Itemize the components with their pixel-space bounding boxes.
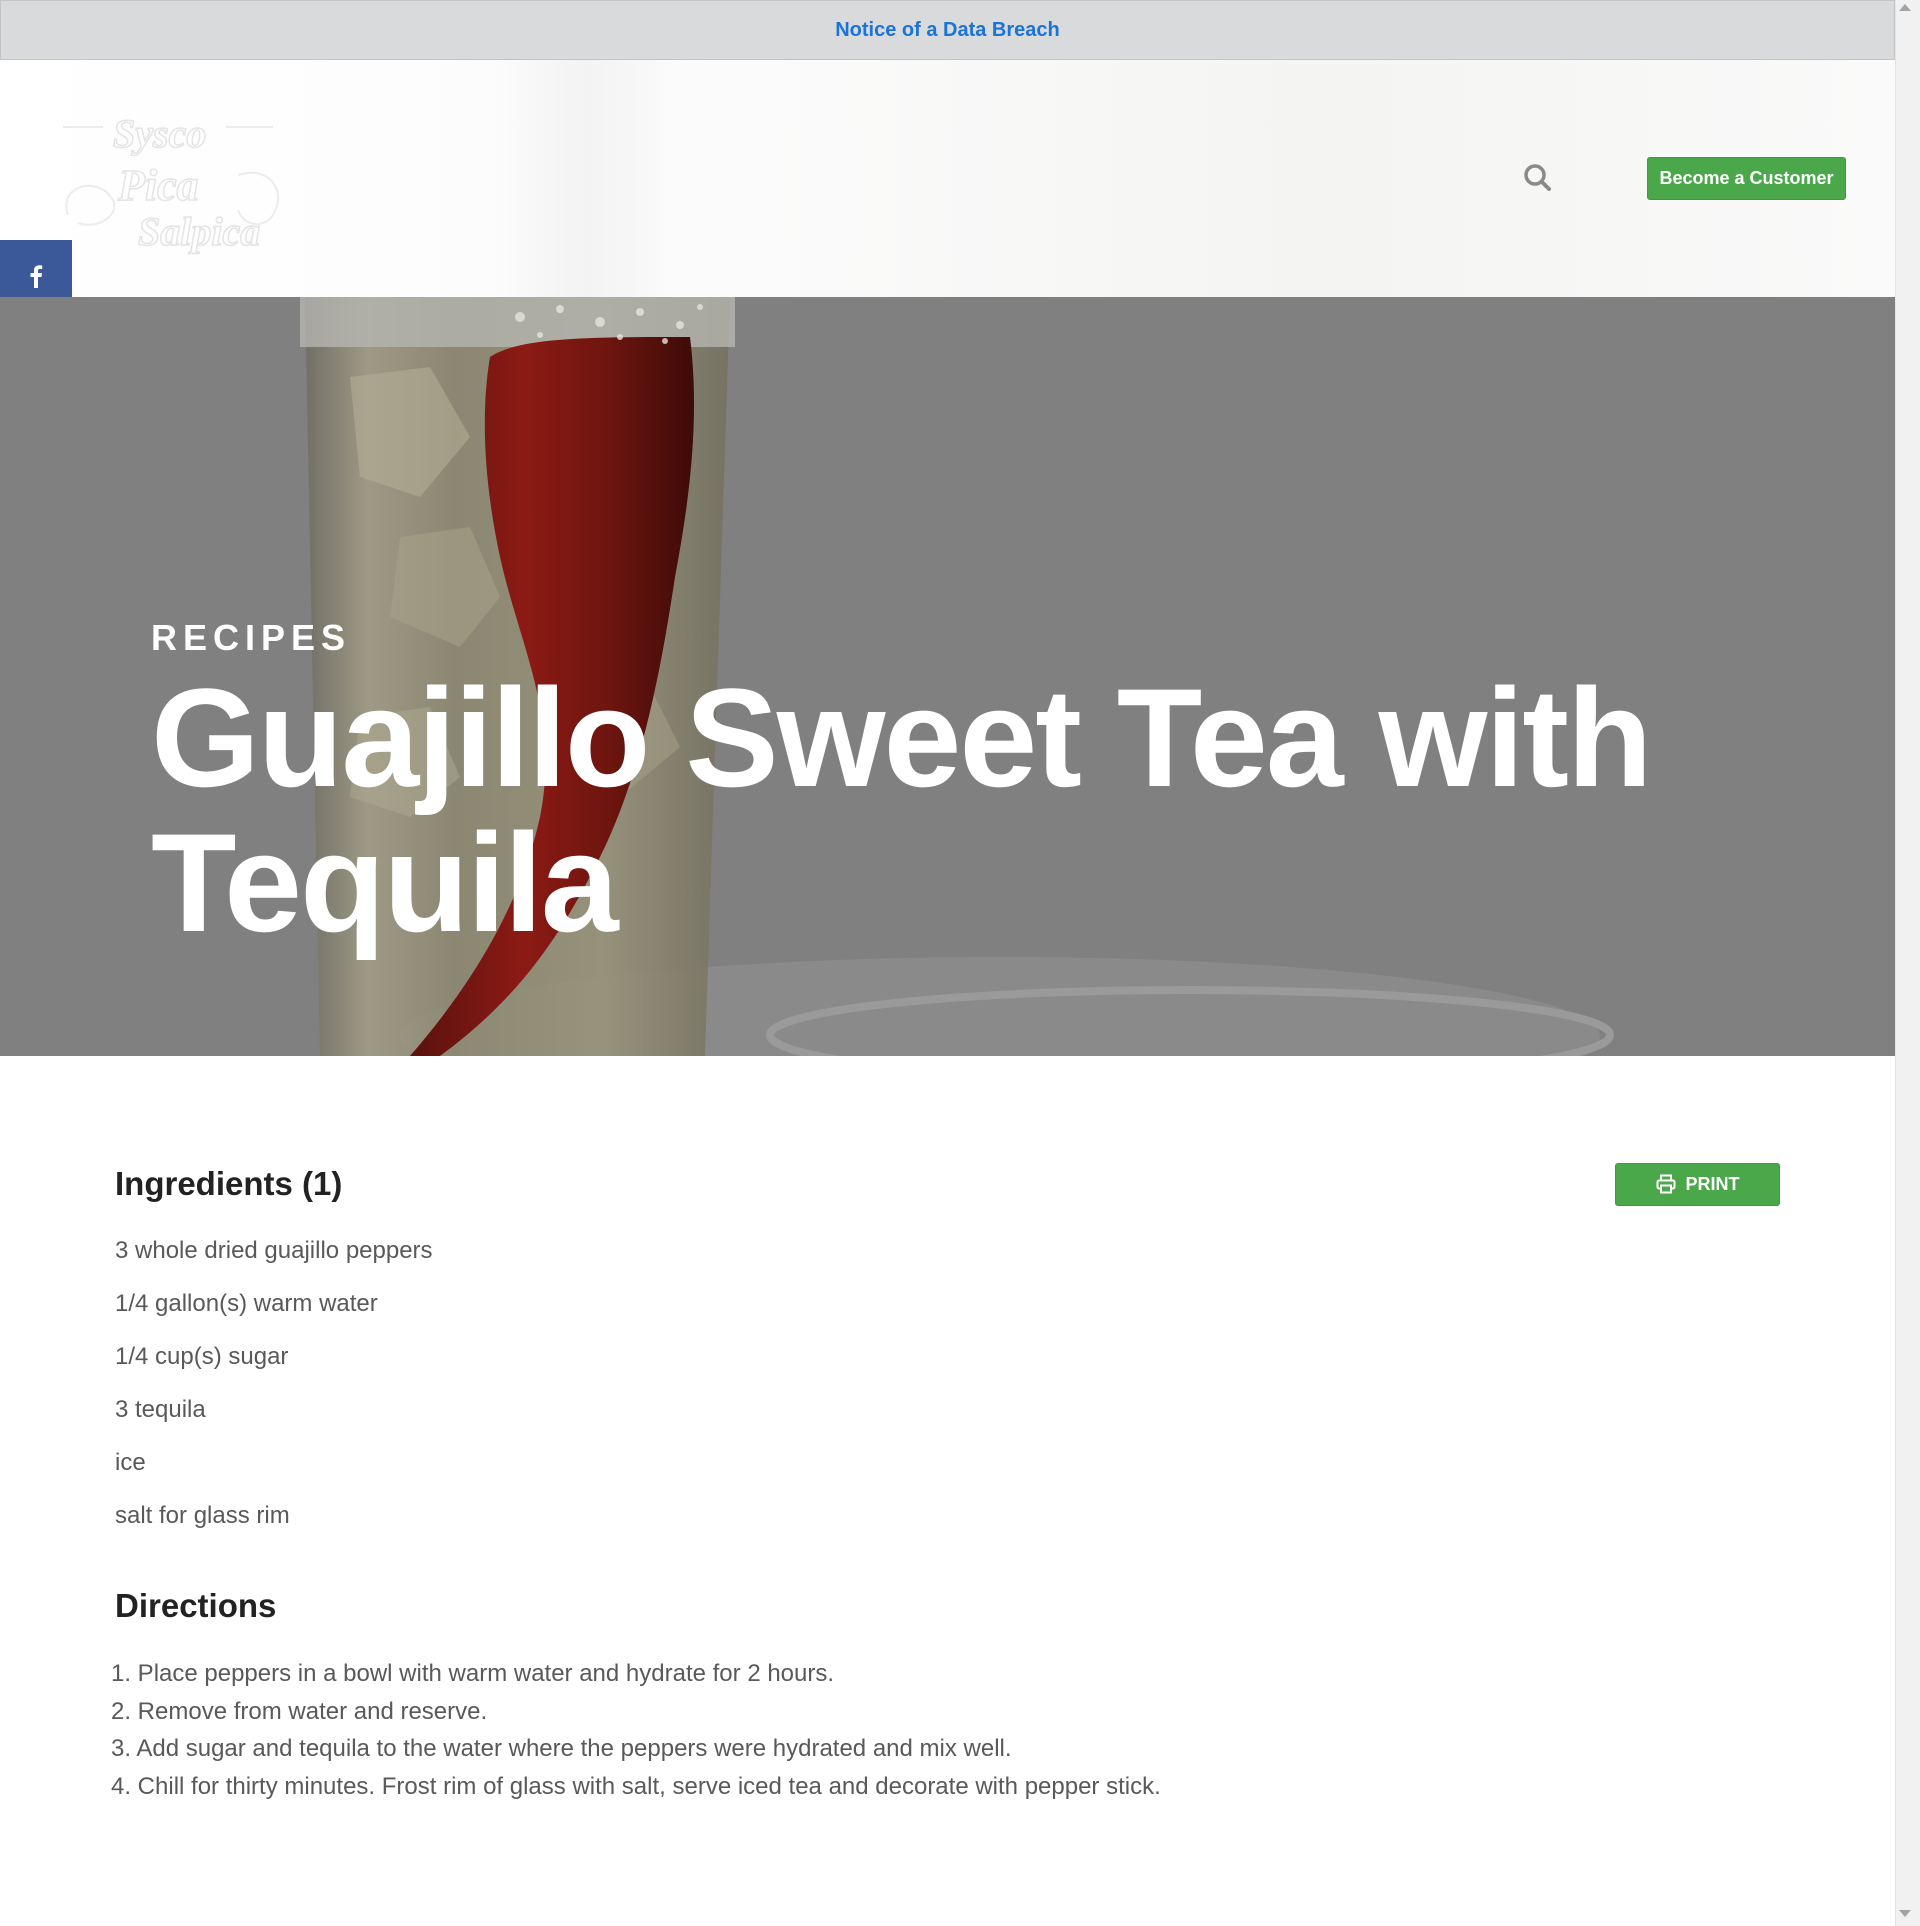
- search-icon: [1524, 164, 1551, 191]
- notice-bar: Notice of a Data Breach: [0, 0, 1895, 60]
- data-breach-notice-link[interactable]: Notice of a Data Breach: [835, 19, 1060, 42]
- print-button[interactable]: PRINT: [1615, 1162, 1780, 1206]
- recipe-content: Ingredients (1) PRINT 3 whole dried guaj…: [111, 1160, 1780, 1805]
- ingredient-item: 3 tequila: [115, 1396, 206, 1423]
- hero-eyebrow: RECIPES: [151, 617, 352, 658]
- recipe-title: Guajillo Sweet Tea with Tequila: [151, 659, 1652, 961]
- logo-text-sysco: Sysco: [113, 111, 206, 156]
- ingredients-header: Ingredients (1) PRINT: [115, 1160, 1780, 1208]
- ingredient-item: ice: [115, 1449, 146, 1476]
- scroll-up-arrow-icon[interactable]: [1899, 4, 1911, 11]
- direction-step: 2. Remove from water and reserve.: [111, 1697, 488, 1725]
- header-background-glass: [490, 60, 680, 297]
- logo-text-pica: Pica: [117, 161, 199, 210]
- direction-step: 4. Chill for thirty minutes. Frost rim o…: [111, 1772, 1161, 1800]
- ingredient-item: salt for glass rim: [115, 1502, 290, 1529]
- page-scrollbar[interactable]: [1895, 0, 1920, 1926]
- directions-list: 1. Place peppers in a bowl with warm wat…: [111, 1655, 1780, 1805]
- ingredient-item: 1/4 cup(s) sugar: [115, 1343, 289, 1370]
- hero-text: RECIPES Guajillo Sweet Tea with Tequila: [151, 617, 1751, 955]
- hero-banner: RECIPES Guajillo Sweet Tea with Tequila: [0, 297, 1895, 1056]
- direction-step: 3. Add sugar and tequila to the water wh…: [111, 1735, 1012, 1762]
- directions-heading: Directions: [115, 1587, 277, 1624]
- ingredients-heading: Ingredients (1): [115, 1165, 343, 1202]
- become-a-customer-button[interactable]: Become a Customer: [1647, 157, 1846, 200]
- search-button[interactable]: [1520, 160, 1556, 196]
- site-header: Sysco Pica Salpica Become a Customer: [0, 60, 1895, 297]
- ingredient-item: 1/4 gallon(s) warm water: [115, 1290, 378, 1317]
- ingredients-list: 3 whole dried guajillo peppers 1/4 gallo…: [115, 1224, 1780, 1542]
- direction-step: 1. Place peppers in a bowl with warm wat…: [111, 1660, 835, 1687]
- facebook-icon: [30, 265, 43, 288]
- logo-text-salpica: Salpica: [138, 209, 260, 254]
- print-label: PRINT: [1685, 1173, 1740, 1194]
- printer-icon: [1656, 1174, 1675, 1194]
- site-logo[interactable]: Sysco Pica Salpica: [58, 105, 298, 265]
- scroll-down-arrow-icon[interactable]: [1899, 1910, 1911, 1917]
- ingredient-item: 3 whole dried guajillo peppers: [115, 1237, 433, 1264]
